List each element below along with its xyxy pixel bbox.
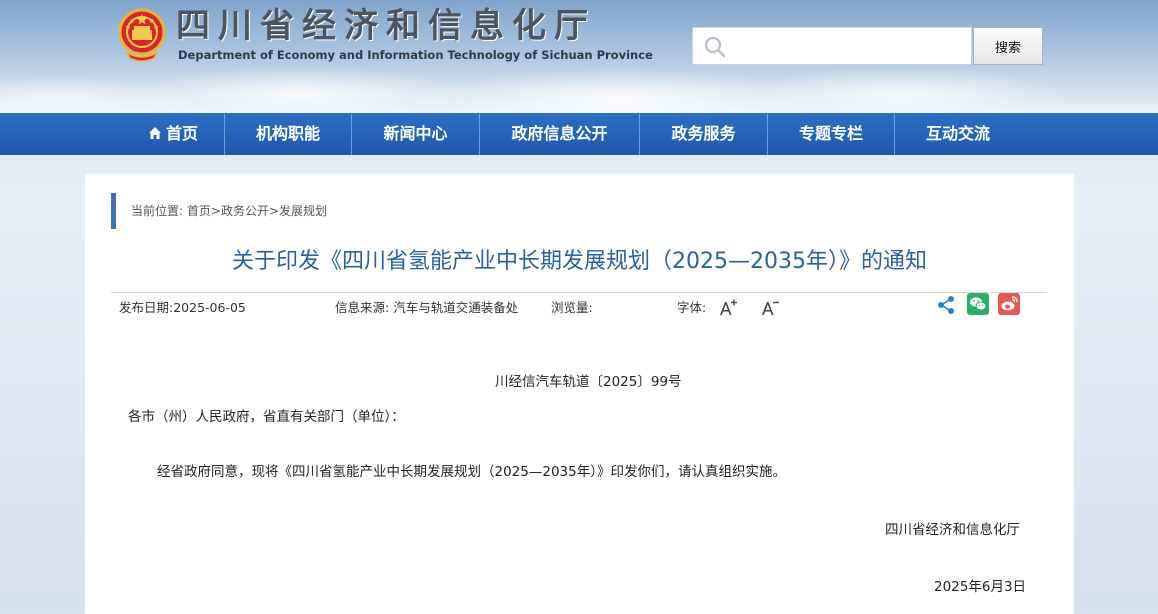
- view-count: 浏览量:: [551, 300, 593, 315]
- nav-item-label: 首页: [165, 124, 198, 143]
- site-logo-title[interactable]: 四川省经济和信息化厅: [176, 6, 636, 46]
- signature-organization: 四川省经济和信息化厅: [885, 522, 1020, 538]
- publish-date: 发布日期:2025-06-05: [119, 299, 246, 317]
- search-icon: [704, 36, 726, 58]
- font-decrease-icon[interactable]: [760, 298, 780, 318]
- signature-date: 2025年6月3日: [934, 579, 1027, 595]
- breadcrumb-separator: >: [210, 204, 221, 218]
- info-source: 信息来源: 汽车与轨道交通装备处: [335, 299, 518, 317]
- font-size-label: 字体:: [677, 300, 707, 315]
- publish-date-label: 发布日期:: [119, 300, 174, 315]
- nav-item-services[interactable]: 政务服务: [640, 113, 767, 155]
- breadcrumb-home[interactable]: 首页: [187, 204, 211, 218]
- home-icon: [148, 127, 161, 139]
- nav-item-news[interactable]: 新闻中心: [352, 113, 479, 155]
- wechat-icon[interactable]: [967, 293, 989, 315]
- document-number: 川经信汽车轨道〔2025〕99号: [495, 374, 682, 390]
- salutation: 各市（州）人民政府，省直有关部门（单位）：: [128, 409, 405, 425]
- article-title: 关于印发《四川省氢能产业中长期发展规划（2025—2035年）》的通知: [232, 249, 927, 274]
- article-body: 经省政府同意，现将《四川省氢能产业中长期发展规划（2025—2035年）》印发你…: [157, 464, 786, 480]
- share-icon[interactable]: [936, 295, 956, 315]
- publish-date-value: 2025-06-05: [173, 300, 246, 315]
- national-emblem-icon: [118, 8, 166, 62]
- weibo-icon[interactable]: [998, 293, 1020, 315]
- breadcrumb-separator: >: [268, 204, 280, 218]
- article-panel: 当前位置: 首页>政务公开>发展规划 关于印发《四川省氢能产业中长期发展规划（2…: [85, 174, 1074, 614]
- title-divider: [111, 292, 1047, 293]
- breadcrumb: 当前位置: 首页>政务公开>发展规划: [131, 202, 327, 220]
- nav-item-organization[interactable]: 机构职能: [225, 113, 351, 155]
- breadcrumb-prefix: 当前位置:: [131, 204, 184, 218]
- search-box: [692, 27, 972, 65]
- breadcrumb-accent-bar: [111, 193, 116, 229]
- main-nav: 首页 机构职能 新闻中心 政府信息公开 政务服务 专题专栏 互动交流: [0, 113, 1158, 155]
- site-header: 四川省经济和信息化厅 Department of Economy and Inf…: [0, 0, 1158, 113]
- nav-item-topics[interactable]: 专题专栏: [768, 113, 894, 155]
- breadcrumb-dev-planning[interactable]: 发展规划: [279, 204, 327, 218]
- site-logo-subtitle: Department of Economy and Information Te…: [178, 48, 653, 62]
- breadcrumb-gov-affairs[interactable]: 政务公开: [221, 204, 269, 218]
- font-increase-icon[interactable]: [718, 298, 738, 318]
- search-button[interactable]: 搜索: [973, 27, 1043, 65]
- nav-item-gov-info[interactable]: 政府信息公开: [480, 113, 639, 155]
- info-source-label: 信息来源:: [335, 300, 390, 315]
- search-input[interactable]: [733, 32, 967, 62]
- nav-item-home[interactable]: 首页: [122, 113, 224, 155]
- nav-item-interaction[interactable]: 互动交流: [895, 113, 1021, 155]
- info-source-value: 汽车与轨道交通装备处: [393, 300, 519, 315]
